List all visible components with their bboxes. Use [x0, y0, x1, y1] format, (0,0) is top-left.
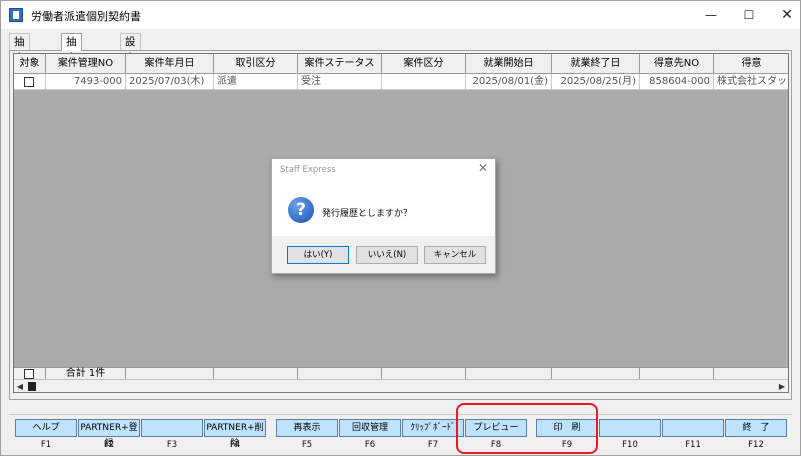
- select-all-checkbox[interactable]: [24, 369, 34, 379]
- f6-label: F6: [364, 440, 376, 450]
- f11-button[interactable]: [662, 419, 724, 437]
- table-row[interactable]: 7493-000 2025/07/03(木) 派遣 受注 2025/08/01(…: [14, 74, 788, 90]
- f10-label: F10: [622, 440, 638, 450]
- highlight-annotation: [456, 403, 598, 454]
- footer-cell: [298, 367, 382, 379]
- footer-cell: [640, 367, 714, 379]
- col-header-end-date[interactable]: 就業終了日: [552, 54, 640, 74]
- cell-case-date: 2025/07/03(木): [126, 74, 214, 90]
- footer-cell: [382, 367, 466, 379]
- scroll-thumb[interactable]: [28, 382, 36, 391]
- f2-partner-register-button[interactable]: PARTNER+登録: [78, 419, 140, 449]
- dialog-button-bar: はい(Y) いいえ(N) キャンセル: [272, 236, 495, 273]
- scroll-left-icon[interactable]: ◀: [14, 381, 26, 392]
- f2-label: F2: [103, 440, 115, 450]
- f6-collection-button[interactable]: 回収管理: [339, 419, 401, 437]
- confirm-dialog: Staff Express ✕ ? 発行履歴としますか？ はい(Y) いいえ(N…: [271, 158, 496, 274]
- tab-extract-conditions[interactable]: 抽出条件: [9, 33, 30, 96]
- f3-button[interactable]: [141, 419, 203, 437]
- cell-client-name: 株式会社スタッ: [714, 74, 788, 90]
- f7-label: F7: [427, 440, 439, 450]
- f3-label: F3: [166, 440, 178, 450]
- horizontal-scrollbar[interactable]: ◀ ▶: [14, 379, 788, 392]
- col-header-start-date[interactable]: 就業開始日: [466, 54, 552, 74]
- app-window: 労働者派遣個別契約書 — ☐ ✕ 抽出条件 抽出結果 設定 対象 案件管理NO …: [0, 0, 801, 456]
- tab-extract-results[interactable]: 抽出結果: [61, 33, 82, 96]
- function-keys: ヘルプ F1 PARTNER+登録 F2 F3 PARTNER+削除 F4 再表…: [15, 419, 791, 453]
- cell-transaction-type: 派遣: [214, 74, 298, 90]
- dialog-message: 発行履歴としますか？: [322, 209, 413, 219]
- grid-header: 対象 案件管理NO 案件年月日 取引区分 案件ステータス 案件区分 就業開始日 …: [14, 54, 788, 74]
- f12-exit-button[interactable]: 終 了: [725, 419, 787, 437]
- cell-end-date: 2025/08/25(月): [552, 74, 640, 90]
- cell-case-category: [382, 74, 466, 90]
- footer-cell: [714, 367, 788, 379]
- col-header-transaction-type[interactable]: 取引区分: [214, 54, 298, 74]
- cancel-button[interactable]: キャンセル: [424, 246, 486, 264]
- f11-label: F11: [685, 440, 701, 450]
- question-icon: ?: [288, 197, 314, 223]
- col-header-client-name[interactable]: 得意: [714, 54, 788, 74]
- f5-refresh-button[interactable]: 再表示: [276, 419, 338, 437]
- cell-case-no: 7493-000: [46, 74, 126, 90]
- yes-button[interactable]: はい(Y): [287, 246, 349, 264]
- tab-settings[interactable]: 設定: [120, 33, 141, 64]
- row-checkbox[interactable]: [24, 77, 34, 87]
- f4-label: F4: [229, 440, 241, 450]
- window-title: 労働者派遣個別契約書: [31, 10, 141, 23]
- col-header-case-no[interactable]: 案件管理NO: [46, 54, 126, 74]
- footer-cell: [466, 367, 552, 379]
- f1-label: F1: [40, 440, 52, 450]
- col-header-case-status[interactable]: 案件ステータス: [298, 54, 382, 74]
- f12-label: F12: [748, 440, 764, 450]
- grid-footer: 合計 1件: [14, 367, 788, 379]
- col-header-case-category[interactable]: 案件区分: [382, 54, 466, 74]
- no-button[interactable]: いいえ(N): [356, 246, 418, 264]
- cell-start-date: 2025/08/01(金): [466, 74, 552, 90]
- f4-partner-delete-button[interactable]: PARTNER+削除: [204, 419, 266, 449]
- cell-client-no: 858604-000: [640, 74, 714, 90]
- cell-case-status: 受注: [298, 74, 382, 90]
- row-target-cell[interactable]: [14, 74, 46, 90]
- f7-clipboard-button[interactable]: ｸﾘｯﾌﾟﾎﾞｰﾄﾞ: [402, 419, 464, 437]
- close-button[interactable]: ✕: [765, 1, 801, 29]
- f1-help-button[interactable]: ヘルプ: [15, 419, 77, 437]
- dialog-close-icon[interactable]: ✕: [478, 161, 488, 175]
- footer-cell: [214, 367, 298, 379]
- f5-label: F5: [301, 440, 313, 450]
- col-header-target[interactable]: 対象: [14, 54, 46, 74]
- col-header-client-no[interactable]: 得意先NO: [640, 54, 714, 74]
- app-icon: [9, 8, 23, 22]
- footer-cell: [126, 367, 214, 379]
- col-header-case-date[interactable]: 案件年月日: [126, 54, 214, 74]
- footer-total: 合計 1件: [46, 367, 126, 379]
- scroll-right-icon[interactable]: ▶: [776, 381, 788, 392]
- footer-target-cell[interactable]: [14, 367, 46, 379]
- f10-button[interactable]: [599, 419, 661, 437]
- dialog-title: Staff Express: [280, 165, 336, 175]
- footer-cell: [552, 367, 640, 379]
- title-bar: 労働者派遣個別契約書 — ☐ ✕: [1, 1, 800, 29]
